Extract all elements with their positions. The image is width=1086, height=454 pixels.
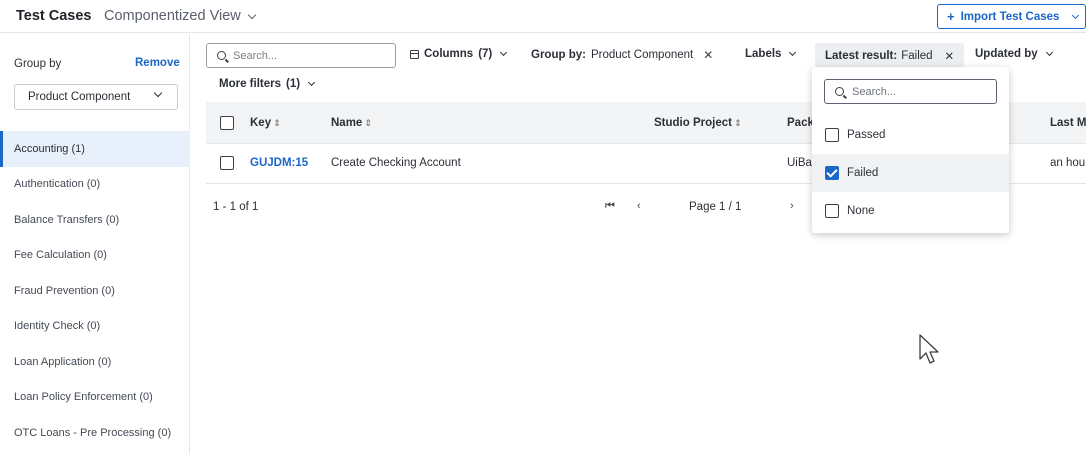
chevron-down-icon	[1072, 11, 1080, 19]
group-by-chip-value: Product Component	[590, 49, 694, 61]
mouse-cursor-icon	[919, 334, 939, 364]
column-header-studio-project-label: Studio Project	[654, 117, 732, 129]
page-title: Test Cases	[16, 8, 92, 24]
view-selector-label: Componentized View	[104, 8, 241, 24]
column-header-last-modified[interactable]: Last M	[1050, 117, 1086, 129]
search-icon	[835, 87, 844, 96]
group-item-balance-transfers[interactable]: Balance Transfers (0)	[0, 202, 190, 238]
option-passed-checkbox[interactable]	[825, 128, 839, 142]
more-filters-button[interactable]: More filters (1)	[219, 78, 316, 90]
latest-result-chip-value: Failed	[901, 49, 933, 62]
row-checkbox[interactable]	[220, 156, 234, 170]
option-failed-label: Failed	[847, 167, 879, 179]
search-field[interactable]	[206, 43, 396, 68]
select-all-checkbox[interactable]	[220, 116, 234, 130]
close-icon[interactable]: ✕	[703, 48, 713, 62]
group-by-select[interactable]: Product Component	[14, 84, 178, 110]
columns-count: (7)	[478, 48, 493, 60]
option-none-label: None	[847, 205, 875, 217]
search-icon	[217, 51, 226, 60]
column-header-studio-project[interactable]: Studio Project ⇕	[654, 117, 742, 129]
sort-icon: ⇕	[733, 118, 742, 128]
import-button-label: Import Test Cases	[960, 10, 1060, 23]
column-header-name-label: Name	[331, 117, 363, 129]
labels-filter-label: Labels	[745, 48, 782, 60]
column-header-key[interactable]: Key ⇕	[250, 117, 281, 129]
chevron-down-icon	[500, 48, 508, 57]
columns-button[interactable]: Columns (7)	[410, 48, 508, 60]
group-sidebar: Group by Remove Product Component Accoun…	[0, 34, 190, 454]
columns-label: Columns	[424, 48, 474, 60]
test-case-name: Create Checking Account	[331, 157, 461, 169]
sort-icon: ⇕	[364, 118, 372, 128]
column-header-key-label: Key	[250, 117, 272, 129]
group-by-filter-chip[interactable]: Group by: Product Component ✕	[531, 48, 713, 62]
group-item-identity-check[interactable]: Identity Check (0)	[0, 309, 190, 345]
group-by-select-value: Product Component	[28, 91, 131, 103]
column-header-name[interactable]: Name ⇕	[331, 117, 372, 129]
plus-icon: +	[947, 9, 955, 24]
more-filters-label: More filters	[219, 78, 281, 90]
test-case-last-modified: an hou	[1050, 157, 1086, 169]
chevron-down-icon	[1045, 48, 1053, 57]
option-passed[interactable]: Passed	[812, 116, 1009, 154]
updated-by-filter-button[interactable]: Updated by	[975, 48, 1053, 60]
latest-result-filter-chip[interactable]: Latest result: Failed ✕	[815, 43, 965, 68]
chevron-down-icon	[789, 48, 797, 57]
dropdown-search-field[interactable]	[824, 79, 997, 104]
chevron-down-icon	[153, 88, 163, 98]
group-by-label: Group by	[14, 58, 62, 70]
search-input[interactable]	[233, 49, 383, 62]
test-case-package: UiBa	[787, 157, 812, 169]
labels-filter-button[interactable]: Labels	[745, 48, 797, 60]
column-header-package[interactable]: Pack	[787, 117, 814, 129]
option-failed-checkbox[interactable]	[825, 166, 839, 180]
columns-icon	[410, 49, 419, 59]
option-none-checkbox[interactable]	[825, 204, 839, 218]
import-test-cases-button[interactable]: + Import Test Cases	[937, 4, 1086, 29]
previous-page-icon[interactable]: ‹	[637, 200, 641, 212]
group-item-otc-loans[interactable]: OTC Loans - Pre Processing (0)	[0, 415, 190, 451]
group-item-loan-application[interactable]: Loan Application (0)	[0, 344, 190, 380]
latest-result-dropdown: Passed Failed None	[812, 67, 1009, 233]
option-failed[interactable]: Failed	[812, 154, 1009, 192]
top-header: Test Cases Componentized View + Import T…	[0, 0, 1086, 33]
group-item-fraud-prevention[interactable]: Fraud Prevention (0)	[0, 273, 190, 309]
more-filters-count: (1)	[286, 78, 301, 90]
sort-icon: ⇕	[273, 118, 281, 128]
latest-result-chip-label: Latest result:	[825, 49, 898, 62]
group-list: Accounting (1) Authentication (0) Balanc…	[0, 131, 190, 451]
group-item-loan-policy-enforcement[interactable]: Loan Policy Enforcement (0)	[0, 380, 190, 416]
option-none[interactable]: None	[812, 192, 1009, 230]
first-page-icon[interactable]: ⏮	[605, 200, 615, 213]
close-icon[interactable]: ✕	[945, 49, 955, 63]
group-item-accounting[interactable]: Accounting (1)	[0, 131, 190, 167]
group-item-authentication[interactable]: Authentication (0)	[0, 167, 190, 203]
option-passed-label: Passed	[847, 129, 886, 141]
test-case-key-link[interactable]: GUJDM:15	[250, 157, 308, 169]
updated-by-label: Updated by	[975, 48, 1038, 60]
page-indicator: Page 1 / 1	[689, 201, 742, 213]
chevron-down-icon	[247, 10, 257, 19]
remove-grouping-link[interactable]: Remove	[135, 57, 180, 69]
chevron-down-icon	[308, 78, 316, 87]
next-page-icon[interactable]: ›	[790, 200, 794, 212]
view-selector[interactable]: Componentized View	[104, 8, 257, 24]
group-item-fee-calculation[interactable]: Fee Calculation (0)	[0, 238, 190, 274]
group-by-chip-label: Group by:	[531, 49, 586, 61]
dropdown-search-input[interactable]	[852, 85, 982, 98]
pagination-range: 1 - 1 of 1	[213, 201, 259, 213]
